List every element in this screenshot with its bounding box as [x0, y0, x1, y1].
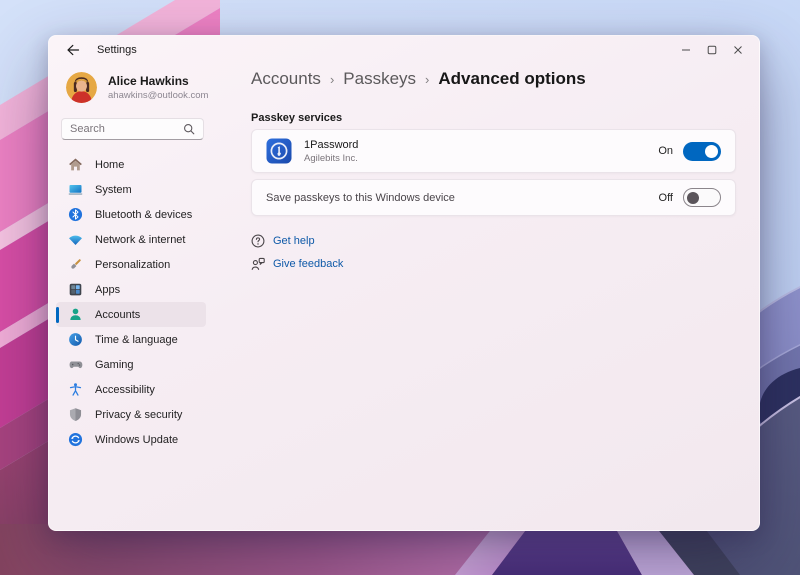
desktop: Settings: [0, 0, 800, 575]
section-title: Passkey services: [251, 112, 342, 124]
window-controls: [673, 39, 759, 61]
sidebar-item-label: Gaming: [95, 359, 134, 371]
maximize-icon: [707, 45, 717, 55]
sidebar-item-windows-update[interactable]: Windows Update: [56, 427, 206, 452]
privacy-security-icon: [68, 407, 83, 422]
accessibility-icon: [68, 382, 83, 397]
save-passkeys-row: Save passkeys to this Windows device Off: [251, 179, 736, 216]
settings-window: Settings: [48, 35, 760, 531]
sidebar-item-apps[interactable]: Apps: [56, 277, 206, 302]
titlebar: Settings: [49, 36, 759, 64]
sidebar-item-label: Network & internet: [95, 234, 185, 246]
sidebar-item-label: Bluetooth & devices: [95, 209, 192, 221]
windows-update-icon: [68, 432, 83, 447]
passkey-service-toggle[interactable]: [683, 142, 721, 161]
avatar: [66, 72, 97, 103]
home-icon: [68, 157, 83, 172]
sidebar-item-label: Privacy & security: [95, 409, 182, 421]
sidebar-item-network[interactable]: Network & internet: [56, 227, 206, 252]
sidebar-item-label: Windows Update: [95, 434, 178, 446]
app-info: 1Password Agilebits Inc.: [304, 139, 358, 164]
sidebar-item-gaming[interactable]: Gaming: [56, 352, 206, 377]
passkey-service-row: 1Password Agilebits Inc. On: [251, 129, 736, 173]
give-feedback-label: Give feedback: [273, 258, 343, 270]
toggle-state-label: On: [658, 145, 673, 157]
time-language-icon: [68, 332, 83, 347]
toggle-knob: [687, 192, 699, 204]
user-profile[interactable]: Alice Hawkins ahawkins@outlook.com: [66, 72, 208, 103]
gaming-icon: [68, 357, 83, 372]
sidebar-item-home[interactable]: Home: [56, 152, 206, 177]
accounts-icon: [68, 307, 83, 322]
apps-icon: [68, 282, 83, 297]
personalization-icon: [68, 257, 83, 272]
system-icon: [68, 182, 83, 197]
sidebar-item-label: Time & language: [95, 334, 178, 346]
sidebar-item-label: Accounts: [95, 309, 140, 321]
sidebar-item-label: Accessibility: [95, 384, 155, 396]
close-button[interactable]: [725, 39, 751, 61]
user-info: Alice Hawkins ahawkins@outlook.com: [108, 74, 208, 101]
user-name: Alice Hawkins: [108, 74, 208, 88]
sidebar-nav: Home System Bluetooth & devices: [56, 152, 206, 452]
sidebar-item-label: Personalization: [95, 259, 170, 271]
sidebar-item-label: Apps: [95, 284, 120, 296]
chevron-right-icon: ›: [425, 71, 429, 87]
toggle-state-label: Off: [659, 192, 673, 204]
maximize-button[interactable]: [699, 39, 725, 61]
search-input[interactable]: [70, 123, 183, 135]
chevron-right-icon: ›: [330, 71, 334, 87]
get-help-label: Get help: [273, 235, 315, 247]
sidebar-item-system[interactable]: System: [56, 177, 206, 202]
feedback-icon: [251, 257, 265, 271]
back-arrow-icon: [66, 43, 80, 57]
back-button[interactable]: [63, 40, 83, 60]
app-name: 1Password: [304, 139, 358, 151]
toggle-knob: [705, 145, 718, 158]
minimize-button[interactable]: [673, 39, 699, 61]
search-icon: [183, 123, 195, 135]
help-links: Get help Give feedback: [251, 232, 343, 272]
user-email: ahawkins@outlook.com: [108, 90, 208, 101]
breadcrumb-passkeys[interactable]: Passkeys: [343, 69, 416, 89]
sidebar-item-accounts[interactable]: Accounts: [56, 302, 206, 327]
network-icon: [68, 232, 83, 247]
window-title: Settings: [97, 44, 137, 56]
sidebar-item-bluetooth[interactable]: Bluetooth & devices: [56, 202, 206, 227]
app-vendor: Agilebits Inc.: [304, 153, 358, 164]
save-passkeys-toggle[interactable]: [683, 188, 721, 207]
sidebar-item-time-language[interactable]: Time & language: [56, 327, 206, 352]
onepassword-icon: [266, 138, 292, 164]
breadcrumb: Accounts › Passkeys › Advanced options: [251, 69, 586, 89]
breadcrumb-accounts[interactable]: Accounts: [251, 69, 321, 89]
sidebar-item-accessibility[interactable]: Accessibility: [56, 377, 206, 402]
page-title: Advanced options: [438, 69, 585, 89]
minimize-icon: [681, 45, 691, 55]
sidebar-item-privacy-security[interactable]: Privacy & security: [56, 402, 206, 427]
close-icon: [733, 45, 743, 55]
save-passkeys-label: Save passkeys to this Windows device: [266, 192, 455, 204]
sidebar-item-personalization[interactable]: Personalization: [56, 252, 206, 277]
sidebar-item-label: Home: [95, 159, 124, 171]
bluetooth-icon: [68, 207, 83, 222]
sidebar-item-label: System: [95, 184, 132, 196]
help-icon: [251, 234, 265, 248]
search-box: [61, 118, 204, 140]
give-feedback-link[interactable]: Give feedback: [251, 255, 343, 272]
get-help-link[interactable]: Get help: [251, 232, 343, 249]
